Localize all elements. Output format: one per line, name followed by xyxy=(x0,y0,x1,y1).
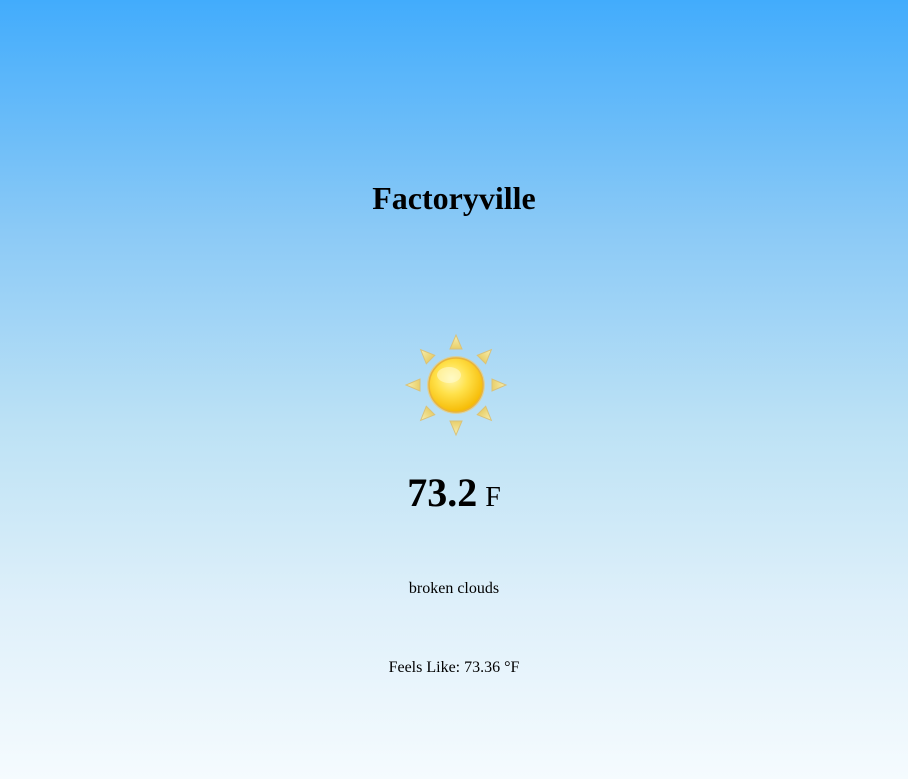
feels-like-unit: °F xyxy=(504,659,520,676)
temperature-display: 73.2 F xyxy=(0,472,908,523)
weather-description: broken clouds xyxy=(408,580,500,597)
feels-like-value: 73.36 xyxy=(464,659,501,676)
temperature-value: 73.2 xyxy=(407,470,478,515)
city-name: Factoryville xyxy=(372,180,536,216)
feels-like-label: Feels Like: xyxy=(388,659,461,676)
temperature-unit: F xyxy=(485,482,501,513)
feels-like: Feels Like: 73.36 °F xyxy=(0,658,908,678)
sun-icon xyxy=(404,333,508,437)
